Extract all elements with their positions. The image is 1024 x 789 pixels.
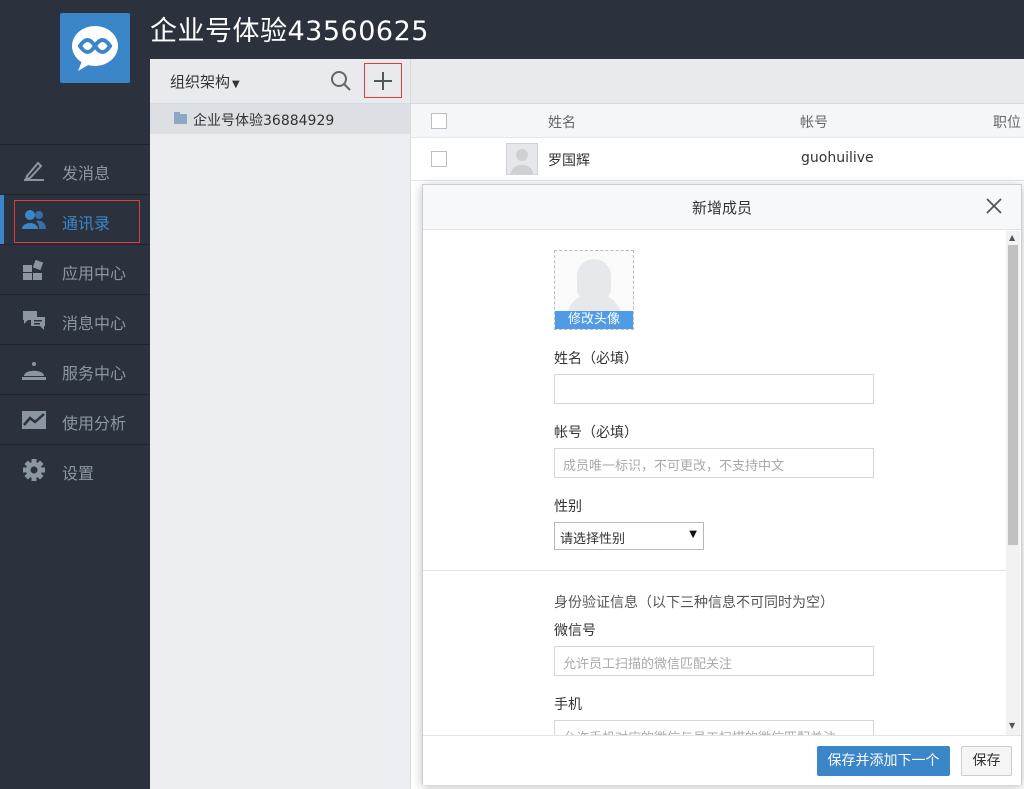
- contacts-icon: [22, 210, 46, 229]
- sidebar-item-settings[interactable]: 设置: [0, 444, 150, 494]
- scroll-down-icon[interactable]: ▼: [1009, 721, 1015, 730]
- caret-down-icon: ▼: [232, 79, 240, 90]
- name-label: 姓名（必填）: [554, 351, 638, 367]
- sidebar-item-label: 设置: [62, 464, 95, 483]
- column-header-account: 帐号: [800, 115, 828, 131]
- page-title: 企业号体验43560625: [150, 16, 429, 47]
- wechat-input[interactable]: 允许员工扫描的微信匹配关注: [554, 646, 874, 676]
- phone-label: 手机: [554, 697, 582, 713]
- phone-input[interactable]: 允许手机对应的微信与员工扫描的微信匹配关注: [554, 720, 874, 735]
- close-icon[interactable]: [985, 197, 1003, 215]
- sidebar-item-contacts[interactable]: 通讯录: [0, 194, 150, 245]
- gender-select[interactable]: 请选择性别 ▼: [554, 522, 704, 550]
- dialog-body: 修改头像 姓名（必填） 帐号（必填） 成员唯一标识，不可更改，不支持中文 性别 …: [423, 230, 1006, 735]
- column-header-name: 姓名: [548, 115, 576, 131]
- org-structure-panel: 组织架构 ▼ 企业号体验36884929: [150, 59, 411, 789]
- sidebar-item-label: 发消息: [62, 164, 111, 183]
- sidebar-item-label: 服务中心: [62, 364, 127, 383]
- sidebar-item-label: 通讯录: [62, 214, 111, 233]
- search-icon[interactable]: [330, 70, 352, 92]
- plus-icon: [374, 72, 392, 90]
- scrollbar-thumb[interactable]: [1008, 245, 1018, 545]
- gear-icon: [23, 459, 45, 481]
- identity-info-note: 身份验证信息（以下三种信息不可同时为空）: [554, 595, 834, 611]
- save-button[interactable]: 保存: [961, 746, 1012, 776]
- app-logo[interactable]: [60, 13, 130, 83]
- apps-icon: [23, 259, 44, 280]
- sidebar-item-label: 消息中心: [62, 314, 127, 333]
- name-input[interactable]: [554, 374, 874, 404]
- gender-select-value: 请选择性别: [560, 532, 626, 547]
- add-member-dialog: 新增成员 修改头像 姓名（必填） 帐号（必填） 成员唯一标识，不可更改，不支持中…: [422, 184, 1022, 785]
- section-divider: [423, 570, 1006, 571]
- member-account: guohuilive: [801, 150, 874, 166]
- top-header: 企业号体验43560625: [0, 0, 1024, 83]
- caret-down-icon: ▼: [689, 529, 697, 540]
- add-member-button[interactable]: [364, 63, 402, 98]
- wechat-label: 微信号: [554, 623, 596, 639]
- select-all-checkbox[interactable]: [431, 113, 447, 129]
- org-tree-item-label: 企业号体验36884929: [193, 113, 335, 129]
- dialog-title: 新增成员: [691, 199, 752, 217]
- sidebar-item-send-message[interactable]: 发消息: [0, 144, 150, 194]
- table-header: 姓名 帐号 职位: [411, 104, 1024, 138]
- sidebar-item-label: 使用分析: [62, 414, 127, 433]
- save-and-add-next-button[interactable]: 保存并添加下一个: [817, 746, 950, 776]
- dialog-footer: 保存并添加下一个 保存: [423, 735, 1021, 785]
- account-label: 帐号（必填）: [554, 425, 638, 441]
- pencil-icon: [24, 161, 44, 181]
- dialog-scrollbar[interactable]: ▲ ▼: [1006, 231, 1020, 735]
- member-list-toolbar: [411, 59, 1024, 104]
- folder-icon: [174, 112, 187, 124]
- dialog-header: 新增成员: [423, 185, 1021, 230]
- org-tree-item[interactable]: 企业号体验36884929: [150, 104, 410, 134]
- user-silhouette-icon: [511, 149, 533, 174]
- avatar-upload[interactable]: 修改头像: [554, 250, 634, 330]
- gender-label: 性别: [554, 499, 582, 515]
- scroll-up-icon[interactable]: ▲: [1009, 233, 1015, 242]
- messages-icon: [23, 311, 45, 330]
- sidebar-item-label: 应用中心: [62, 264, 127, 283]
- analytics-icon: [22, 411, 46, 429]
- sidebar-nav: 发消息 通讯录 应用中心 消息中心 服务中心 使用分析 设置: [0, 144, 150, 494]
- row-checkbox[interactable]: [431, 151, 447, 167]
- org-panel-header: 组织架构 ▼: [150, 59, 410, 104]
- sidebar-item-message-center[interactable]: 消息中心: [0, 294, 150, 344]
- change-avatar-button[interactable]: 修改头像: [555, 311, 633, 329]
- table-row[interactable]: 罗国辉 guohuilive: [411, 138, 1024, 181]
- service-bell-icon: [22, 362, 46, 380]
- sidebar-item-service-center[interactable]: 服务中心: [0, 344, 150, 394]
- account-input[interactable]: 成员唯一标识，不可更改，不支持中文: [554, 448, 874, 478]
- member-name: 罗国辉: [548, 153, 590, 169]
- column-header-position: 职位: [993, 115, 1021, 131]
- sidebar-item-app-center[interactable]: 应用中心: [0, 244, 150, 294]
- avatar: [506, 143, 538, 175]
- sidebar-item-usage-analytics[interactable]: 使用分析: [0, 394, 150, 444]
- chat-bubble-logo-icon: [72, 26, 118, 71]
- org-structure-dropdown[interactable]: 组织架构 ▼: [170, 71, 240, 92]
